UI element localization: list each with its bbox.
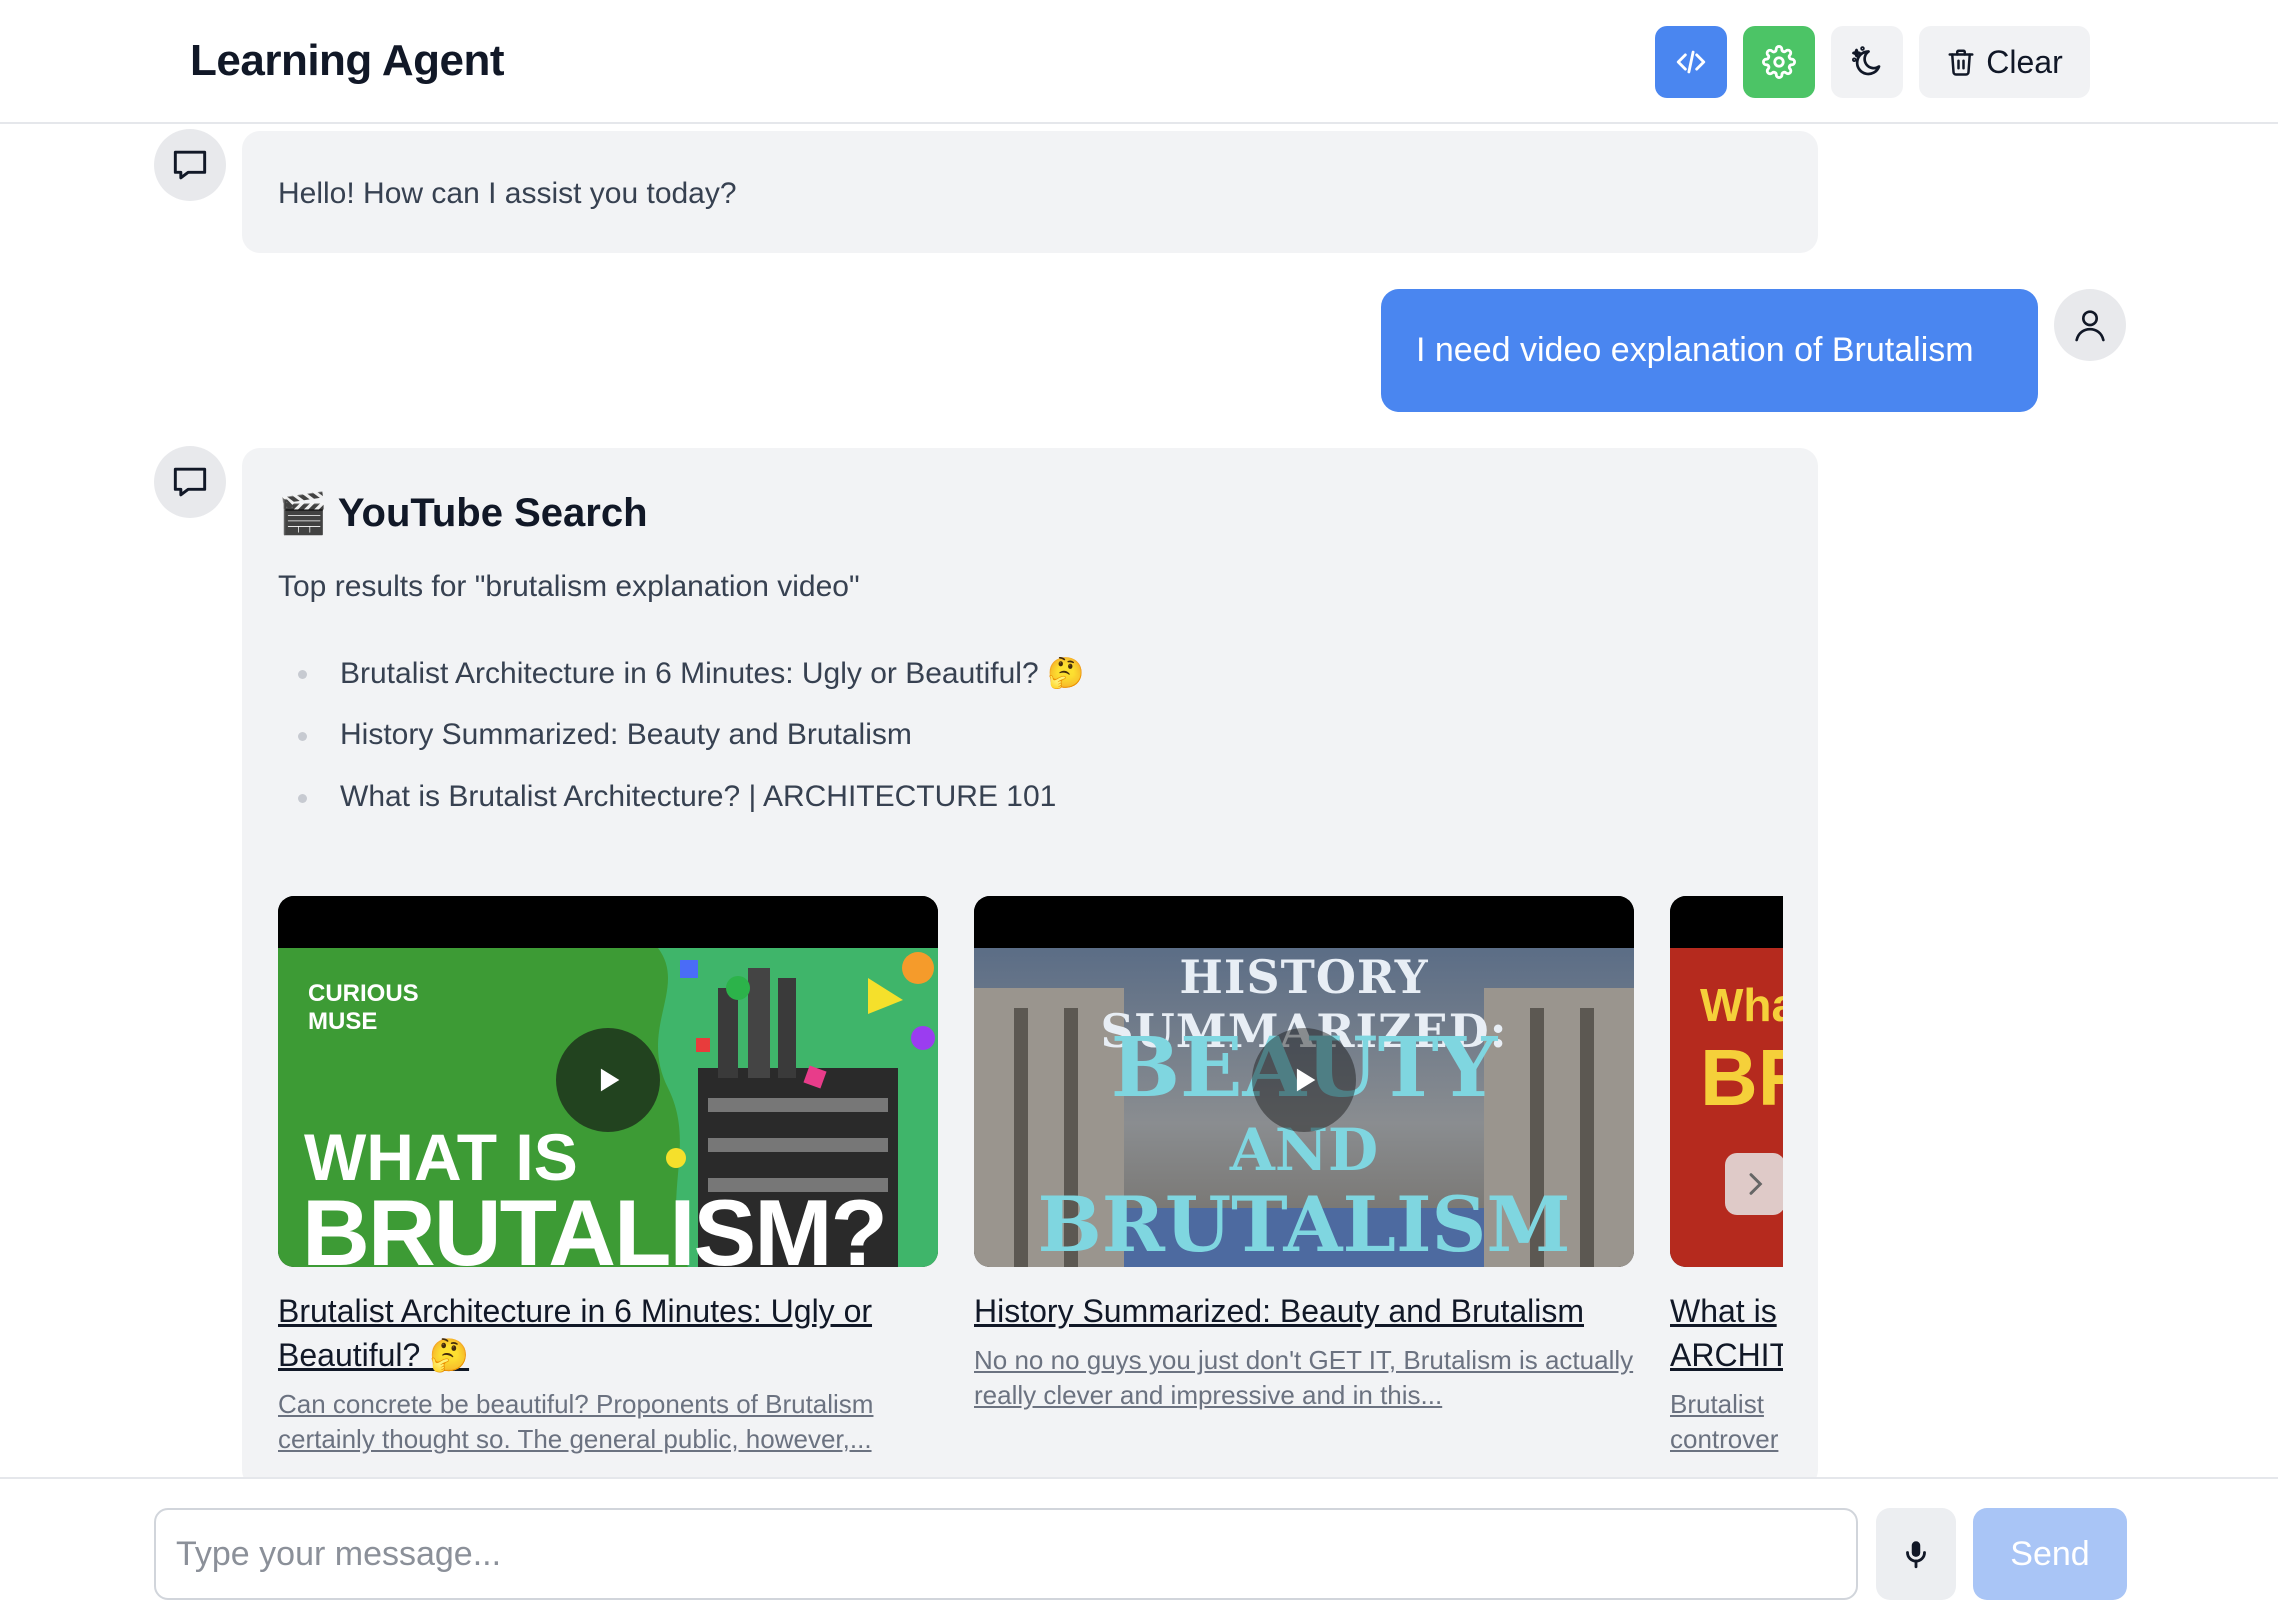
code-view-button[interactable] (1655, 26, 1727, 98)
clapperboard-icon: 🎬 (278, 492, 328, 536)
thumbnail-line4: BRUTALISM (1037, 1180, 1571, 1267)
assistant-avatar (154, 129, 226, 201)
message-input-bar: Send (0, 1477, 2278, 1624)
play-icon (1296, 1068, 1316, 1092)
video-title-link[interactable]: Brutalist Architecture in 6 Minutes: Ugl… (278, 1289, 938, 1377)
video-description-link[interactable]: Brutalist controver (1670, 1387, 1783, 1457)
user-icon (2075, 310, 2105, 342)
video-title-link[interactable]: History Summarized: Beauty and Brutalism (974, 1289, 1634, 1333)
video-carousel[interactable]: CURIOUS MUSE WHAT IS BRUTALISM? Brutalis… (278, 896, 1783, 1477)
list-item: History Summarized: Beauty and Brutalism (278, 718, 1084, 780)
assistant-message: Hello! How can I assist you today? (242, 131, 1818, 253)
video-title-link[interactable]: What is ARCHIT (1670, 1289, 1783, 1377)
microphone-icon (1906, 1541, 1926, 1569)
thumbnail-brand: CURIOUS MUSE (308, 980, 419, 1035)
chevron-right-icon (1749, 1173, 1763, 1195)
video-description-visible-1: Brutalist (1670, 1389, 1764, 1419)
gear-icon (1762, 45, 1796, 79)
user-message-text: I need video explanation of Brutalism (1416, 331, 1974, 369)
video-description-link[interactable]: No no no guys you just don't GET IT, Bru… (974, 1343, 1634, 1413)
youtube-results-message: 🎬 YouTube Search Top results for "brutal… (242, 448, 1818, 1477)
app-header: Learning Agent Clear (0, 0, 2278, 124)
code-icon (1676, 50, 1706, 74)
theme-toggle-button[interactable] (1831, 26, 1903, 98)
app-title: Learning Agent (190, 36, 505, 85)
video-title-visible-1: What is (1670, 1293, 1777, 1329)
assistant-avatar (154, 446, 226, 518)
video-card[interactable]: CURIOUS MUSE WHAT IS BRUTALISM? Brutalis… (278, 896, 938, 1457)
chat-bubble-icon (173, 467, 207, 497)
trash-icon (1948, 49, 1974, 76)
video-description-visible-2: controver (1670, 1424, 1779, 1454)
thumbnail-line2: BR (1700, 1033, 1783, 1122)
youtube-search-title: 🎬 YouTube Search (278, 490, 648, 537)
chat-area[interactable]: Hello! How can I assist you today? I nee… (0, 126, 2278, 1477)
settings-button[interactable] (1743, 26, 1815, 98)
thumbnail-line1: Wha (1700, 979, 1783, 1031)
video-player[interactable]: Wha BR (1670, 896, 1783, 1267)
video-card[interactable]: HISTORY SUMMARIZED: BEAUTY AND BRUTALISM… (974, 896, 1634, 1413)
list-item: Brutalist Architecture in 6 Minutes: Ugl… (278, 656, 1084, 718)
assistant-message-text: Hello! How can I assist you today? (278, 177, 737, 210)
list-item: What is Brutalist Architecture? | ARCHIT… (278, 780, 1084, 842)
play-icon (600, 1068, 620, 1092)
results-list: Brutalist Architecture in 6 Minutes: Ugl… (278, 656, 1084, 842)
youtube-search-subtitle: Top results for "brutalism explanation v… (278, 570, 860, 603)
play-button[interactable] (1252, 1028, 1356, 1132)
video-player[interactable]: HISTORY SUMMARIZED: BEAUTY AND BRUTALISM (974, 896, 1634, 1267)
thumbnail-line2: BRUTALISM? (302, 1180, 888, 1268)
send-button[interactable]: Send (1973, 1508, 2127, 1600)
youtube-search-heading: YouTube Search (337, 491, 648, 535)
user-avatar (2054, 289, 2126, 361)
video-title-visible-2: ARCHIT (1670, 1337, 1783, 1373)
clear-button-label: Clear (1986, 43, 2063, 80)
video-thumbnail: Wha BR (1670, 948, 1783, 1267)
video-card[interactable]: Wha BR What is ARCHIT Brutalist controve… (1670, 896, 1783, 1457)
moon-stars-icon (1852, 46, 1881, 76)
user-message: I need video explanation of Brutalism (1381, 289, 2038, 412)
message-input[interactable] (154, 1508, 1858, 1600)
chat-bubble-icon (173, 150, 207, 180)
clear-button[interactable]: Clear (1919, 26, 2090, 98)
carousel-next-button[interactable] (1725, 1153, 1783, 1215)
play-button[interactable] (556, 1028, 660, 1132)
video-player[interactable]: CURIOUS MUSE WHAT IS BRUTALISM? (278, 896, 938, 1267)
video-description-link[interactable]: Can concrete be beautiful? Proponents of… (278, 1387, 938, 1457)
microphone-button[interactable] (1876, 1508, 1956, 1600)
